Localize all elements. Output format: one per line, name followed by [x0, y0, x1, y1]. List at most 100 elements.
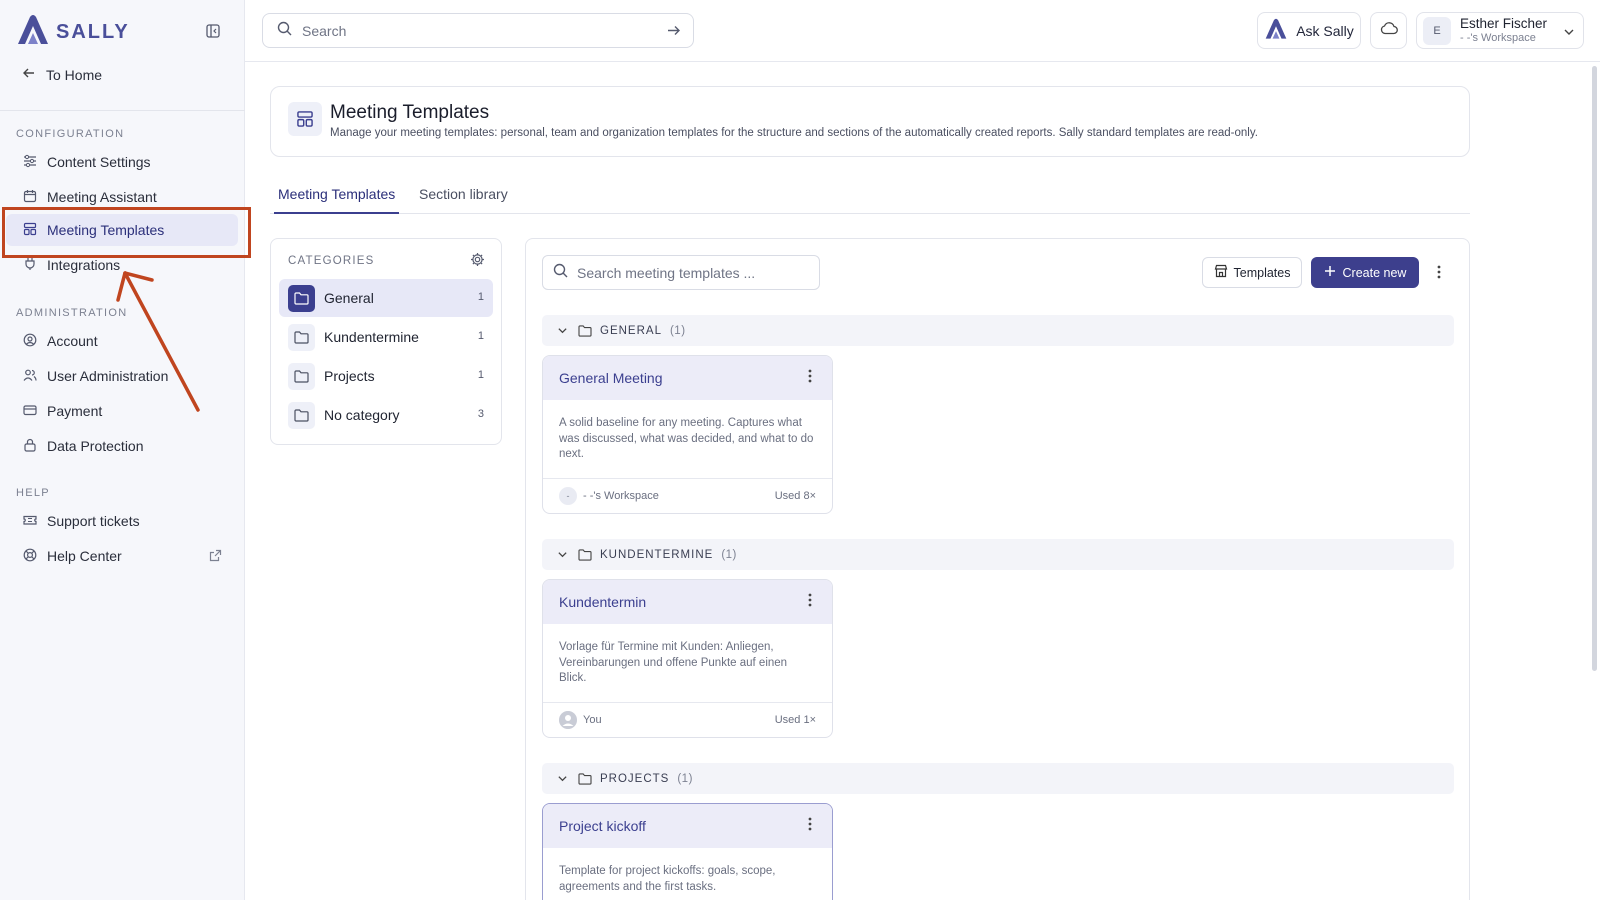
sidebar-item-label: Payment [47, 403, 103, 419]
user-workspace: - -'s Workspace [1460, 31, 1536, 44]
template-card-general-meeting[interactable]: General Meeting A solid baseline for any… [542, 355, 833, 514]
cloud-icon [1380, 21, 1398, 40]
brand[interactable]: SALLY [16, 14, 130, 51]
sidebar-item-label: Integrations [47, 257, 121, 273]
folder-icon [288, 401, 315, 429]
template-card-footer: You Used 1× [543, 702, 832, 737]
template-card-project-kickoff[interactable]: Project kickoff Template for project kic… [542, 803, 833, 900]
group-header-kundentermine[interactable]: KUNDENTERMINE (1) [542, 539, 1454, 570]
lock-icon [23, 438, 37, 455]
sidebar-item-label: Content Settings [47, 154, 151, 170]
to-home-link[interactable]: To Home [22, 66, 102, 83]
folder-icon [288, 362, 315, 390]
folder-icon [288, 323, 315, 351]
kebab-menu-icon[interactable] [808, 369, 812, 386]
search-input[interactable] [302, 22, 642, 39]
user-menu-button[interactable]: E Esther Fischer - -'s Workspace [1416, 12, 1584, 49]
template-usage: Used 1× [774, 714, 816, 726]
kebab-menu-icon[interactable] [808, 817, 812, 834]
sidebar-item-label: Support tickets [47, 513, 140, 529]
group-count: (1) [677, 772, 693, 785]
template-title: General Meeting [559, 370, 663, 386]
group-name: GENERAL [600, 324, 662, 337]
sidebar-item-user-administration[interactable]: User Administration [6, 360, 238, 392]
categories-title: CATEGORIES [288, 255, 375, 267]
template-owner: You [583, 714, 602, 726]
category-label: Projects [324, 368, 375, 384]
template-title: Kundentermin [559, 594, 647, 610]
store-icon [1214, 264, 1228, 281]
topbar: Ask Sally E Esther Fischer - -'s Workspa… [245, 0, 1600, 62]
templates-panel: Templates Create new GENERAL (1) General… [525, 238, 1470, 900]
category-count: 3 [477, 408, 484, 420]
template-owner: - -'s Workspace [583, 490, 659, 502]
group-count: (1) [721, 548, 737, 561]
templates-store-button[interactable]: Templates [1202, 257, 1302, 288]
layout-template-icon [288, 102, 322, 136]
sidebar-collapse-icon[interactable] [204, 22, 222, 40]
sidebar-item-label: Account [47, 333, 98, 349]
template-card-header: General Meeting [543, 356, 832, 400]
page-title: Meeting Templates [330, 102, 490, 123]
sidebar-item-payment[interactable]: Payment [6, 395, 238, 427]
create-new-button[interactable]: Create new [1311, 257, 1419, 288]
group-header-projects[interactable]: PROJECTS (1) [542, 763, 1454, 794]
group-header-general[interactable]: GENERAL (1) [542, 315, 1454, 346]
page-description: Manage your meeting templates: personal,… [330, 127, 1258, 139]
avatar: E [1423, 16, 1451, 45]
category-label: Kundentermine [324, 329, 419, 345]
gear-icon[interactable] [470, 252, 485, 272]
category-item-projects[interactable]: Projects 1 [279, 357, 493, 395]
arrow-left-icon [22, 66, 36, 83]
group-count: (1) [669, 324, 686, 337]
user-name: Esther Fischer [1460, 16, 1548, 32]
tab-meeting-templates[interactable]: Meeting Templates [274, 186, 400, 214]
chevron-down-icon [557, 325, 568, 336]
category-item-general[interactable]: General 1 [279, 279, 493, 317]
sidebar-item-label: Help Center [47, 548, 122, 564]
to-home-label: To Home [46, 66, 103, 83]
group-name: KUNDENTERMINE [600, 548, 714, 561]
sync-cloud-button[interactable] [1370, 12, 1407, 49]
category-label: No category [324, 407, 400, 423]
tabs: Meeting Templates Section library [270, 182, 1470, 214]
annotation-highlight-box [2, 207, 251, 258]
template-card-header: Project kickoff [543, 804, 832, 848]
calendar-icon [23, 189, 37, 206]
template-description: Template for project kickoffs: goals, sc… [559, 865, 776, 893]
chevron-down-icon [557, 549, 568, 560]
plus-icon [1324, 265, 1336, 280]
scrollbar-thumb[interactable] [1592, 66, 1597, 671]
section-administration: ADMINISTRATION [16, 307, 128, 319]
kebab-menu-icon[interactable] [808, 593, 812, 610]
template-usage: Used 8× [774, 490, 816, 502]
sidebar-item-help-center[interactable]: Help Center [6, 540, 238, 572]
category-count: 1 [477, 369, 484, 381]
folder-icon [578, 772, 592, 785]
sidebar-item-support-tickets[interactable]: Support tickets [6, 505, 238, 537]
tab-section-library[interactable]: Section library [419, 186, 508, 214]
ask-sally-button[interactable]: Ask Sally [1257, 12, 1361, 49]
sidebar-item-label: Data Protection [47, 438, 144, 454]
create-new-label: Create new [1342, 265, 1407, 280]
sidebar-item-content-settings[interactable]: Content Settings [6, 146, 238, 178]
template-search-input[interactable] [577, 264, 807, 281]
sidebar-divider [0, 110, 245, 111]
template-card-header: Kundentermin [543, 580, 832, 624]
arrow-right-icon[interactable] [666, 23, 681, 43]
global-search[interactable] [262, 13, 694, 48]
sidebar-item-label: User Administration [47, 368, 169, 384]
user-circle-icon [23, 333, 37, 350]
category-item-no-category[interactable]: No category 3 [279, 396, 493, 434]
more-options-icon[interactable] [1432, 261, 1446, 283]
template-card-footer: - - -'s Workspace Used 8× [543, 478, 832, 513]
sidebar-item-data-protection[interactable]: Data Protection [6, 430, 238, 462]
section-help: HELP [16, 487, 50, 499]
section-configuration: CONFIGURATION [16, 128, 125, 140]
page-scrollbar[interactable] [1590, 62, 1600, 900]
sidebar-item-account[interactable]: Account [6, 325, 238, 357]
template-card-kundentermin[interactable]: Kundentermin Vorlage für Termine mit Kun… [542, 579, 833, 738]
template-search[interactable] [542, 255, 820, 290]
category-item-kundentermine[interactable]: Kundentermine 1 [279, 318, 493, 356]
life-buoy-icon [23, 548, 37, 565]
